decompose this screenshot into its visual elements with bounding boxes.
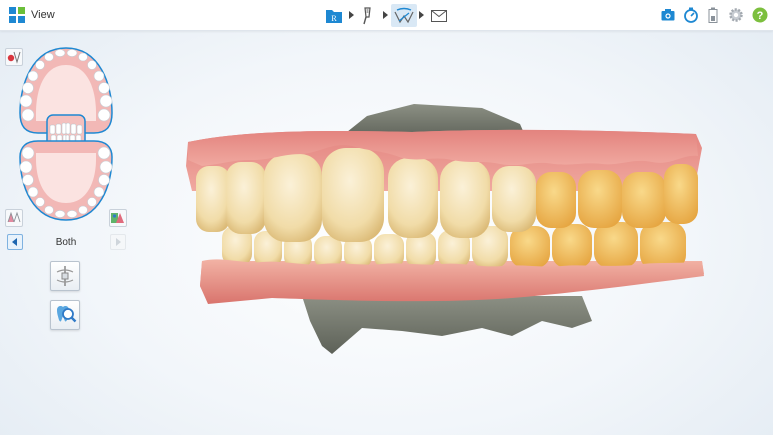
dental-scan-model[interactable] <box>182 96 712 358</box>
timer-icon <box>684 7 698 23</box>
rx-icon: R <box>326 9 342 23</box>
jaw-selector-diagram[interactable] <box>14 45 118 223</box>
both-jaws-icon <box>111 213 124 223</box>
tooth-inspect-button[interactable] <box>50 300 80 330</box>
timer-button[interactable] <box>682 6 700 24</box>
camera-button[interactable] <box>659 6 677 24</box>
both-jaws-view-button[interactable] <box>109 209 127 227</box>
tooth-inspect-icon <box>57 306 77 323</box>
next-jaw-button[interactable] <box>110 234 126 250</box>
chevron-right-icon <box>116 238 121 246</box>
help-icon: ? <box>752 7 768 23</box>
help-button[interactable]: ? <box>751 6 769 24</box>
workflow-step-scan[interactable] <box>358 4 376 27</box>
workflow-arrow <box>419 11 424 19</box>
workflow-arrow <box>349 11 354 19</box>
jaw-selection-label: Both <box>55 237 77 248</box>
battery-indicator <box>704 6 722 24</box>
lower-jaw-view-button[interactable] <box>5 209 23 227</box>
svg-text:R: R <box>331 14 337 23</box>
settings-icon <box>729 8 743 22</box>
segment-tool-icon <box>56 266 74 286</box>
segment-tool-button[interactable] <box>50 261 80 291</box>
settings-button[interactable] <box>727 6 745 24</box>
workflow-step-rx[interactable]: R <box>324 4 344 27</box>
app-title: View <box>31 9 55 21</box>
mail-icon <box>431 9 447 22</box>
top-toolbar: View R ? <box>0 0 773 31</box>
workflow-step-view[interactable] <box>391 4 417 27</box>
camera-icon <box>661 9 675 21</box>
app-grid-icon[interactable] <box>9 7 25 23</box>
battery-icon <box>708 7 718 23</box>
previous-jaw-button[interactable] <box>7 234 23 250</box>
svg-text:?: ? <box>757 10 764 22</box>
scan-wand-icon <box>363 6 371 24</box>
chevron-left-icon <box>12 238 17 246</box>
workflow-step-send[interactable] <box>429 4 449 27</box>
workflow-arrow <box>383 11 388 19</box>
lower-jaw-icon <box>7 211 21 223</box>
view-model-icon <box>394 7 414 23</box>
